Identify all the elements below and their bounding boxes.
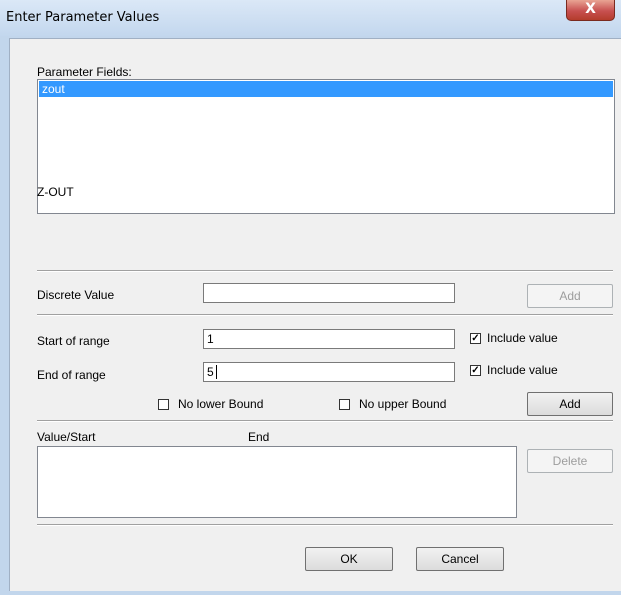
range-add-button[interactable]: Add: [527, 392, 613, 416]
values-list[interactable]: [37, 446, 517, 518]
dialog-client-area: Parameter Fields: zout Z-OUT Discrete Va…: [9, 38, 621, 591]
parameter-description: Z-OUT: [37, 185, 74, 199]
close-button[interactable]: X: [566, 0, 615, 21]
checkmark-icon: ✓: [471, 365, 480, 376]
start-of-range-input[interactable]: 1: [203, 329, 455, 349]
start-of-range-label: Start of range: [37, 334, 110, 348]
parameter-fields-label: Parameter Fields:: [37, 65, 132, 79]
dialog-window: Enter Parameter Values X Parameter Field…: [0, 0, 621, 595]
value-start-column-header: Value/Start: [37, 430, 96, 444]
delete-button[interactable]: Delete: [527, 449, 613, 473]
close-icon: X: [585, 1, 596, 17]
no-lower-bound-label: No lower Bound: [178, 397, 264, 411]
parameter-fields-list[interactable]: zout: [37, 79, 615, 214]
discrete-add-button[interactable]: Add: [527, 284, 613, 308]
end-of-range-value: 5: [207, 365, 214, 379]
start-include-label: Include value: [487, 331, 558, 345]
separator: [37, 314, 613, 316]
title-bar[interactable]: Enter Parameter Values X: [0, 0, 621, 36]
end-column-header: End: [248, 430, 270, 444]
separator: [37, 420, 613, 422]
end-of-range-label: End of range: [37, 368, 106, 382]
ok-button[interactable]: OK: [305, 547, 393, 571]
no-upper-bound-checkbox[interactable]: [339, 399, 350, 410]
checkmark-icon: ✓: [471, 333, 480, 344]
end-of-range-input[interactable]: 5: [203, 362, 455, 382]
list-item-zout[interactable]: zout: [39, 81, 613, 97]
no-upper-bound-label: No upper Bound: [359, 397, 447, 411]
discrete-value-input[interactable]: [203, 283, 455, 303]
text-caret: [216, 365, 217, 379]
separator: [37, 524, 613, 526]
separator: [37, 270, 613, 272]
no-lower-bound-checkbox[interactable]: [158, 399, 169, 410]
end-include-checkbox[interactable]: ✓: [470, 365, 481, 376]
window-title: Enter Parameter Values: [6, 10, 160, 25]
cancel-button[interactable]: Cancel: [416, 547, 504, 571]
start-include-checkbox[interactable]: ✓: [470, 333, 481, 344]
discrete-value-label: Discrete Value: [37, 288, 115, 302]
end-include-label: Include value: [487, 363, 558, 377]
